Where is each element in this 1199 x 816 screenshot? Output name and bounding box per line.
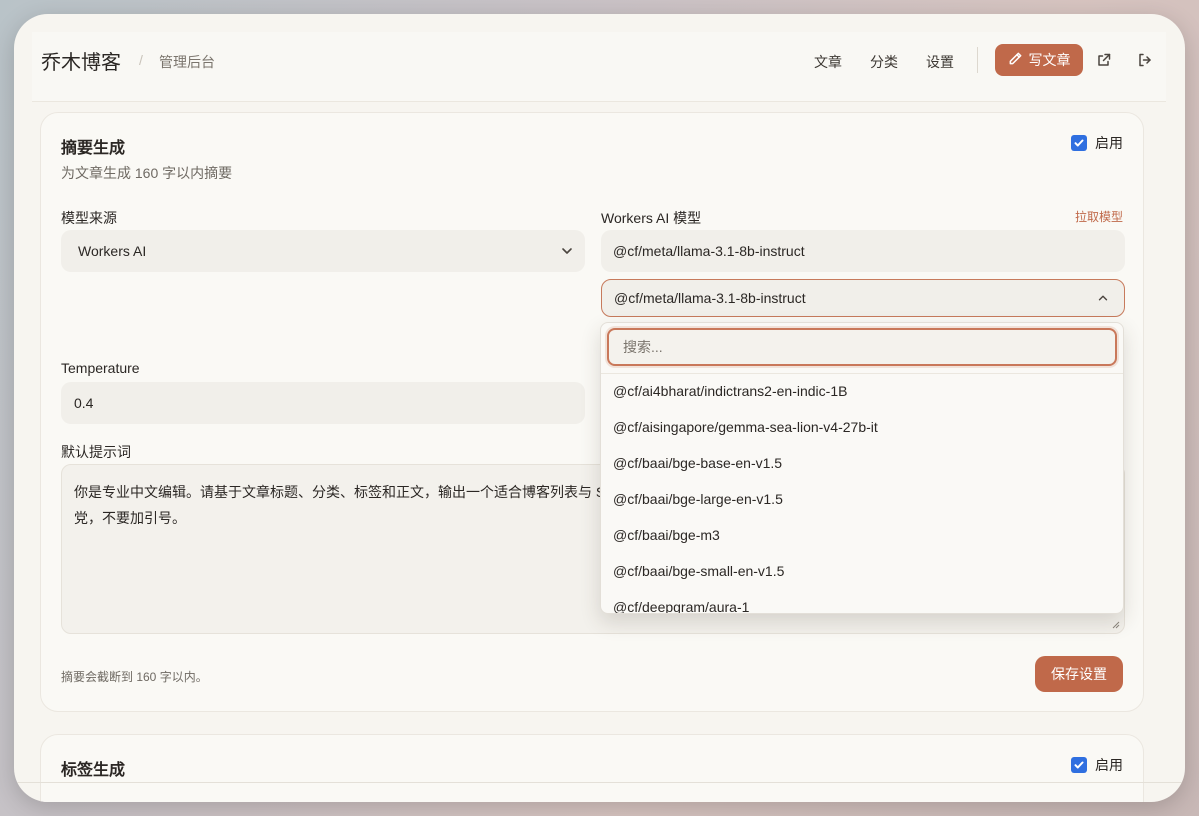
model-search-input[interactable] [607,328,1117,366]
resize-grip-icon[interactable] [1110,619,1120,629]
external-link-icon[interactable] [1092,48,1116,72]
model-option[interactable]: @cf/aisingapore/gemma-sea-lion-v4-27b-it [601,409,1123,445]
write-article-label: 写文章 [1028,52,1071,68]
chevron-up-icon [1096,291,1110,308]
workers-model-label: Workers AI 模型 [601,210,702,226]
enable-toggle[interactable]: 启用 [1071,133,1123,153]
site-logo[interactable]: 乔木博客 [41,46,121,75]
nav-categories[interactable]: 分类 [870,52,898,72]
app-window: 乔木博客 / 管理后台 文章 分类 设置 写文章 摘要生成 为文章生成 160 … [14,14,1185,802]
summary-hint: 摘要会截断到 160 字以内。 [61,670,208,684]
tags-generation-card: 标签生成 启用 [40,734,1144,802]
breadcrumb-separator: / [139,52,143,68]
prompt-label: 默认提示词 [61,444,131,460]
model-option[interactable]: @cf/ai4bharat/indictrans2-en-indic-1B [601,373,1123,409]
temperature-label: Temperature [61,360,140,376]
checkbox-checked-icon[interactable] [1071,135,1087,151]
enable-label: 启用 [1095,135,1123,151]
model-id-input[interactable]: @cf/meta/llama-3.1-8b-instruct [601,230,1125,272]
top-header: 乔木博客 / 管理后台 文章 分类 设置 写文章 [32,32,1166,102]
write-article-button[interactable]: 写文章 [995,44,1083,76]
nav-divider [977,47,978,73]
nav-articles[interactable]: 文章 [814,52,842,72]
card-title: 摘要生成 [61,140,126,157]
model-source-label: 模型来源 [61,210,117,226]
enable-toggle[interactable]: 启用 [1071,755,1123,775]
model-id-value: @cf/meta/llama-3.1-8b-instruct [613,243,805,259]
temperature-value: 0.4 [74,395,94,411]
model-combobox[interactable]: @cf/meta/llama-3.1-8b-instruct [601,279,1125,317]
model-dropdown: @cf/ai4bharat/indictrans2-en-indic-1B @c… [600,322,1124,614]
model-source-value: Workers AI [78,243,147,259]
model-option[interactable]: @cf/baai/bge-base-en-v1.5 [601,445,1123,481]
breadcrumb-admin[interactable]: 管理后台 [159,52,215,72]
model-options-list: @cf/ai4bharat/indictrans2-en-indic-1B @c… [601,373,1123,613]
model-option[interactable]: @cf/baai/bge-small-en-v1.5 [601,553,1123,589]
model-option[interactable]: @cf/baai/bge-large-en-v1.5 [601,481,1123,517]
logout-icon[interactable] [1133,48,1157,72]
model-source-select[interactable]: Workers AI [61,230,585,272]
card-title: 标签生成 [61,762,126,779]
temperature-input[interactable]: 0.4 [61,382,585,424]
bottom-divider [14,782,1185,783]
card-subtitle: 为文章生成 160 字以内摘要 [61,165,233,181]
model-combobox-value: @cf/meta/llama-3.1-8b-instruct [614,290,806,306]
enable-label: 启用 [1095,757,1123,773]
checkbox-checked-icon[interactable] [1071,757,1087,773]
save-settings-button[interactable]: 保存设置 [1035,656,1123,692]
model-option[interactable]: @cf/deepgram/aura-1 [601,589,1123,613]
model-option[interactable]: @cf/baai/bge-m3 [601,517,1123,553]
fetch-models-link[interactable]: 拉取模型 [1075,208,1123,225]
chevron-down-icon [559,243,575,262]
pencil-icon [1008,51,1023,69]
nav-settings[interactable]: 设置 [926,52,954,72]
